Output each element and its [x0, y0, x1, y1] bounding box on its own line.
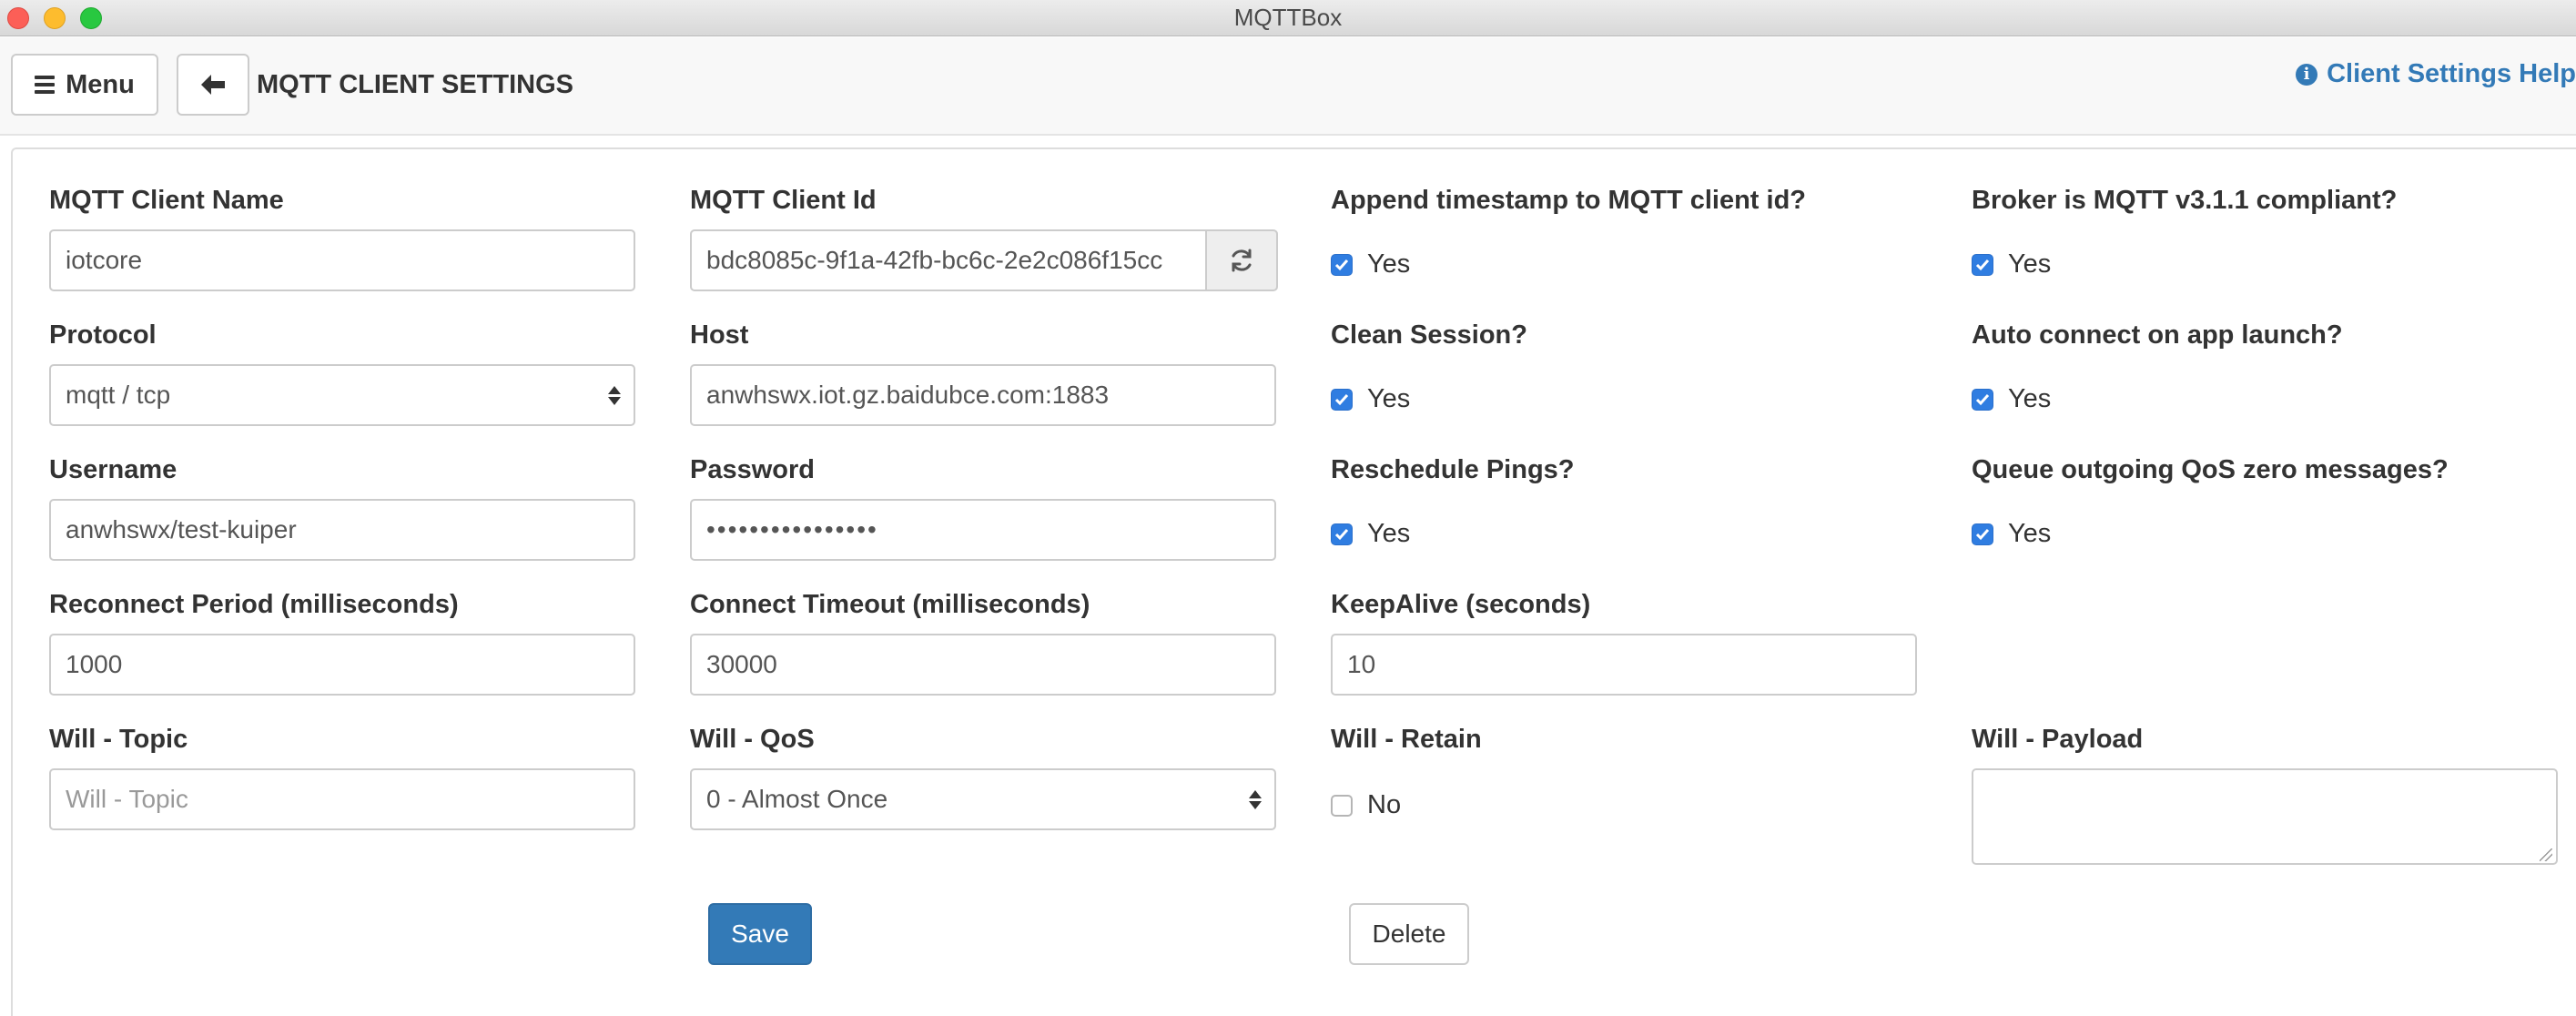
reconnect-period-input[interactable]: [49, 634, 635, 696]
queue-qos-zero-option[interactable]: Yes: [1972, 519, 2051, 549]
checkmark-icon: [1334, 259, 1349, 270]
hamburger-icon: [35, 76, 56, 94]
append-timestamp-label: Append timestamp to MQTT client id?: [1331, 186, 1806, 215]
will-retain-option-label: No: [1367, 790, 1402, 819]
will-payload-textarea[interactable]: [1972, 768, 2558, 865]
checkmark-icon: [1975, 259, 1990, 270]
append-timestamp-option-label: Yes: [1367, 249, 1411, 279]
window-title: MQTTBox: [1233, 4, 1343, 31]
menu-button[interactable]: Menu: [11, 54, 158, 116]
keepalive-label: KeepAlive (seconds): [1331, 590, 1591, 619]
auto-connect-option[interactable]: Yes: [1972, 384, 2051, 414]
checkmark-icon: [1975, 528, 1990, 540]
broker-compliant-checkbox[interactable]: [1972, 253, 1993, 276]
resize-grip-icon[interactable]: [2540, 848, 2552, 861]
connect-timeout-input[interactable]: [690, 634, 1276, 696]
refresh-icon: [1232, 249, 1252, 272]
app-header: Menu MQTT CLIENT SETTINGS i Client Setti…: [0, 37, 2576, 136]
append-timestamp-checkbox[interactable]: [1331, 253, 1353, 276]
broker-compliant-option-label: Yes: [2008, 249, 2052, 279]
auto-connect-label: Auto connect on app launch?: [1972, 320, 2343, 350]
will-retain-option[interactable]: No: [1331, 790, 1401, 820]
auto-connect-option-label: Yes: [2008, 384, 2052, 413]
keepalive-input[interactable]: [1331, 634, 1917, 696]
queue-qos-zero-label: Queue outgoing QoS zero messages?: [1972, 455, 2449, 484]
queue-qos-zero-option-label: Yes: [2008, 519, 2052, 548]
broker-compliant-label: Broker is MQTT v3.1.1 compliant?: [1972, 186, 2398, 215]
arrow-left-icon: [201, 75, 225, 95]
back-button[interactable]: [177, 54, 249, 116]
clean-session-checkbox[interactable]: [1331, 388, 1353, 411]
page-title: MQTT CLIENT SETTINGS: [257, 70, 573, 99]
append-timestamp-option[interactable]: Yes: [1331, 249, 1410, 279]
client-name-input[interactable]: [49, 229, 635, 291]
auto-connect-checkbox[interactable]: [1972, 388, 1993, 411]
client-settings-help-link[interactable]: i Client Settings Help: [2296, 59, 2576, 89]
connect-timeout-label: Connect Timeout (milliseconds): [690, 590, 1090, 619]
checkmark-icon: [1975, 393, 1990, 405]
clean-session-option-label: Yes: [1367, 384, 1411, 413]
checkmark-icon: [1334, 528, 1349, 540]
host-input[interactable]: [690, 364, 1276, 426]
reschedule-pings-option-label: Yes: [1367, 519, 1411, 548]
help-link-label: Client Settings Help: [2327, 59, 2576, 88]
select-arrows-icon: [1249, 789, 1262, 809]
window-titlebar: MQTTBox: [0, 0, 2576, 36]
delete-button[interactable]: Delete: [1349, 903, 1469, 965]
will-qos-label: Will - QoS: [690, 725, 815, 754]
reschedule-pings-label: Reschedule Pings?: [1331, 455, 1575, 484]
password-input[interactable]: [690, 499, 1276, 561]
client-name-label: MQTT Client Name: [49, 186, 284, 215]
client-id-input[interactable]: [690, 229, 1207, 291]
regenerate-client-id-button[interactable]: [1205, 229, 1278, 291]
protocol-select[interactable]: mqtt / tcp: [49, 364, 635, 426]
checkmark-icon: [1334, 393, 1349, 405]
clean-session-option[interactable]: Yes: [1331, 384, 1410, 414]
will-qos-select-value: 0 - Almost Once: [706, 785, 888, 813]
will-retain-checkbox[interactable]: [1331, 794, 1353, 817]
client-id-label: MQTT Client Id: [690, 186, 877, 215]
menu-button-label: Menu: [66, 69, 135, 99]
will-topic-label: Will - Topic: [49, 725, 188, 754]
will-payload-label: Will - Payload: [1972, 725, 2144, 754]
protocol-select-value: mqtt / tcp: [66, 381, 171, 409]
protocol-label: Protocol: [49, 320, 157, 350]
username-input[interactable]: [49, 499, 635, 561]
host-label: Host: [690, 320, 749, 350]
select-arrows-icon: [608, 385, 621, 405]
reconnect-period-label: Reconnect Period (milliseconds): [49, 590, 459, 619]
reschedule-pings-checkbox[interactable]: [1331, 523, 1353, 545]
username-label: Username: [49, 455, 177, 484]
password-label: Password: [690, 455, 815, 484]
info-circle-icon: i: [2296, 63, 2318, 86]
save-button[interactable]: Save: [708, 903, 812, 965]
will-retain-label: Will - Retain: [1331, 725, 1482, 754]
queue-qos-zero-checkbox[interactable]: [1972, 523, 1993, 545]
clean-session-label: Clean Session?: [1331, 320, 1527, 350]
will-topic-input[interactable]: [49, 768, 635, 830]
will-qos-select[interactable]: 0 - Almost Once: [690, 768, 1276, 830]
broker-compliant-option[interactable]: Yes: [1972, 249, 2051, 279]
reschedule-pings-option[interactable]: Yes: [1331, 519, 1410, 549]
